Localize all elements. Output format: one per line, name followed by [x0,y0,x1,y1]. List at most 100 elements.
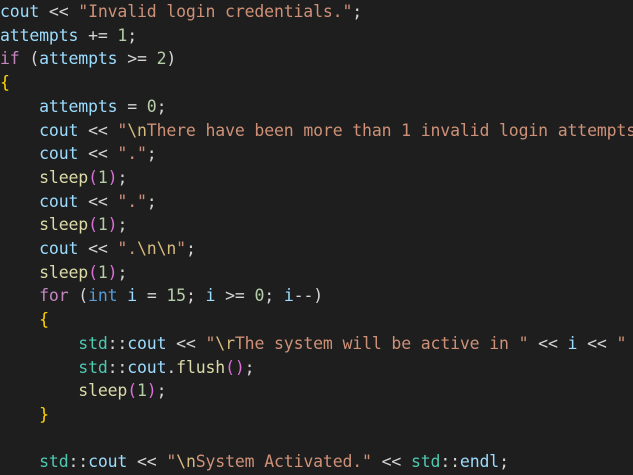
code-token-op: >= [215,286,255,306]
code-token-paren: ( [225,357,235,377]
code-token-plain: . [166,357,177,377]
code-token-keyword: for [39,286,69,306]
code-token-function: sleep [39,262,89,282]
code-token-plain: ; [146,144,157,164]
code-token-string: " [205,333,216,353]
code-token-string: "." [117,191,147,211]
code-token-string: " [176,239,186,258]
code-line[interactable]: { [0,308,49,332]
code-token-var: cout [39,120,79,140]
code-line[interactable]: sleep(1); [0,261,127,285]
code-token-string: "." [117,144,147,164]
code-line[interactable]: } [0,403,49,427]
code-editor[interactable]: cout << "Invalid login credentials."; att… [0,0,633,475]
code-token-plain: ; [127,25,138,45]
code-token-function: flush [176,357,226,377]
code-token-plain: ; [117,215,128,235]
code-line[interactable]: std::cout.flush(); [0,356,254,380]
code-line[interactable]: std::cout << "\rThe system will be activ… [0,332,633,356]
code-token-var: i [283,286,294,306]
code-token-op: -- [293,286,314,306]
code-token-op: << [78,191,118,211]
code-token-op: << [166,333,206,353]
code-token-op: << [78,239,118,258]
code-token-paren: ) [107,262,118,282]
code-token-var: i [127,286,138,306]
code-token-string: " s [616,333,627,353]
code-line[interactable]: cout << ".\n\n"; [0,237,196,261]
code-token-var: attempts [39,49,118,69]
code-token-brace: } [39,404,49,424]
code-token-paren: ( [88,262,98,282]
code-token-escape: \r [215,333,235,353]
code-line[interactable]: cout << "."; [0,142,157,166]
code-line[interactable]: cout << "Invalid login credentials."; [0,0,362,24]
code-line[interactable]: std::cout << "\nSystem Activated." << st… [0,450,509,474]
code-token-plain: ; [499,452,509,472]
code-token-number: 1 [117,25,128,45]
code-token-paren: ) [234,357,245,377]
code-line[interactable]: { [0,71,10,95]
code-token-var: cout [39,144,79,164]
code-token-plain: :: [440,452,460,472]
code-token-number: 1 [97,167,108,187]
code-token-var: cout [39,239,79,258]
code-token-string: " [166,452,177,472]
code-token-plain: ; [352,2,363,21]
code-line[interactable]: sleep(1); [0,166,127,190]
code-token-plain: ; [156,96,167,116]
code-line[interactable]: for (int i = 15; i >= 0; i--) [0,284,323,308]
code-token-op: << [78,144,118,164]
code-token-namespace: std [78,357,108,377]
code-token-plain: :: [107,357,128,377]
code-token-plain: ( [19,49,40,69]
code-token-plain: ; [185,286,206,306]
code-token-escape: \n [127,120,147,140]
code-token-op: << [528,333,568,353]
code-line[interactable]: if (attempts >= 2) [0,47,176,71]
code-token-op: << [127,452,167,472]
code-line[interactable]: attempts += 1; [0,24,137,48]
code-token-var: cout [39,191,79,211]
code-line[interactable]: cout << "\nThere have been more than 1 i… [0,119,633,143]
code-token-paren: ( [88,167,98,187]
code-token-plain: ; [117,262,128,282]
code-token-number: 15 [166,286,186,306]
code-token-var: attempts [39,96,118,116]
code-line[interactable]: attempts = 0; [0,95,166,119]
code-token-plain: ; [244,357,255,377]
code-token-var: cout [0,2,40,21]
code-token-paren: ( [88,215,98,235]
code-token-plain: ; [117,167,128,187]
code-token-var: cout [127,333,167,353]
code-line[interactable]: sleep(1); [0,379,166,403]
code-token-escape: \n [176,452,196,472]
code-token-plain: ; [185,239,196,258]
code-token-op: << [39,2,79,21]
code-token-op: = [137,286,167,306]
code-token-escape: \n\n [137,239,177,258]
code-token-function: sleep [39,215,89,235]
code-token-number: 1 [137,381,147,401]
code-token-paren: ( [127,381,137,401]
code-token-number: 2 [156,49,167,69]
code-line[interactable]: sleep(1); [0,213,127,237]
code-token-brace: { [39,310,49,330]
code-line[interactable]: cout << "."; [0,190,157,214]
code-token-string: There have been more than 1 invalid logi… [146,120,633,140]
code-token-namespace: std [78,333,108,353]
code-token-op: << [371,452,411,472]
code-token-string: System Activated." [195,452,372,472]
